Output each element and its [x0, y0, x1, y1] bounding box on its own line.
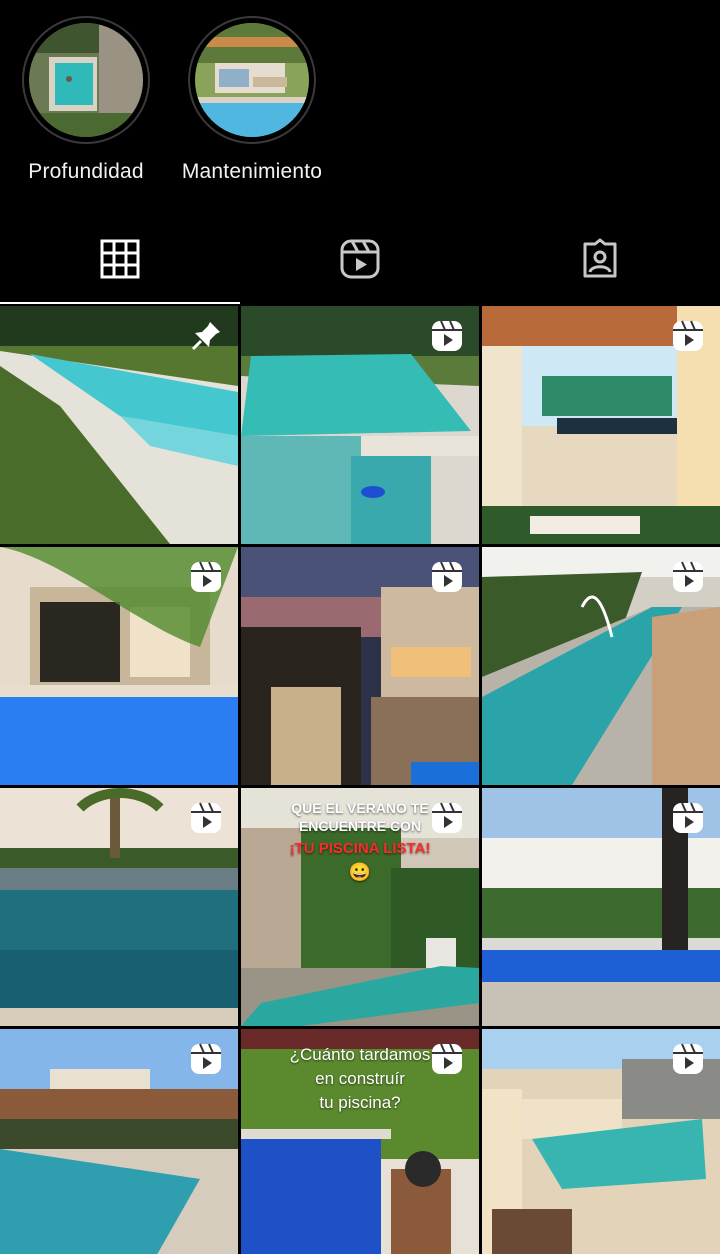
post-thumbnail[interactable] — [0, 1029, 238, 1254]
tagged-icon — [583, 238, 617, 278]
reel-icon — [673, 1043, 703, 1074]
post-thumbnail[interactable] — [0, 547, 238, 785]
pin-icon — [191, 322, 220, 351]
posts-grid: QUE EL VERANO TE ENCUENTRE CON ¡TU PISCI… — [0, 306, 720, 1254]
highlight-label: Profundidad — [28, 160, 144, 183]
post-thumbnail[interactable] — [482, 788, 720, 1026]
reel-icon — [432, 1043, 462, 1074]
highlight-cover — [22, 16, 150, 144]
post-thumbnail[interactable]: QUE EL VERANO TE ENCUENTRE CON ¡TU PISCI… — [241, 788, 479, 1026]
reel-icon — [191, 1043, 221, 1074]
profile-tabs — [0, 214, 720, 304]
post-thumbnail[interactable] — [0, 788, 238, 1026]
tab-tagged[interactable] — [480, 214, 720, 304]
emoji-icon: 😀 — [348, 862, 372, 882]
reel-icon — [673, 320, 703, 351]
highlight-label: Mantenimiento — [181, 160, 323, 183]
story-highlights: Profundidad Mantenimiento — [0, 0, 720, 210]
post-thumbnail[interactable] — [0, 306, 238, 544]
reel-icon — [673, 802, 703, 833]
highlight-mantenimiento[interactable]: Mantenimiento — [172, 16, 332, 184]
highlight-profundidad[interactable]: Profundidad — [6, 16, 166, 184]
reel-icon — [432, 561, 462, 592]
reel-icon — [191, 561, 221, 592]
tab-reels[interactable] — [240, 214, 480, 304]
post-thumbnail[interactable] — [241, 306, 479, 544]
reels-icon — [340, 239, 380, 279]
post-thumbnail[interactable]: ¿Cuánto tardamos en construír tu piscina… — [241, 1029, 479, 1254]
post-caption-line3: tu piscina? — [319, 1093, 401, 1112]
reel-icon — [673, 561, 703, 592]
reel-icon — [432, 320, 462, 351]
post-thumbnail[interactable] — [482, 306, 720, 544]
post-thumbnail[interactable] — [482, 547, 720, 785]
grid-icon — [100, 239, 140, 279]
tab-posts-grid[interactable] — [0, 214, 240, 304]
post-caption-red: ¡TU PISCINA LISTA! — [289, 840, 431, 857]
reel-icon — [432, 802, 462, 833]
reel-icon — [191, 802, 221, 833]
post-thumbnail[interactable] — [482, 1029, 720, 1254]
post-thumbnail[interactable] — [241, 547, 479, 785]
highlight-cover — [188, 16, 316, 144]
